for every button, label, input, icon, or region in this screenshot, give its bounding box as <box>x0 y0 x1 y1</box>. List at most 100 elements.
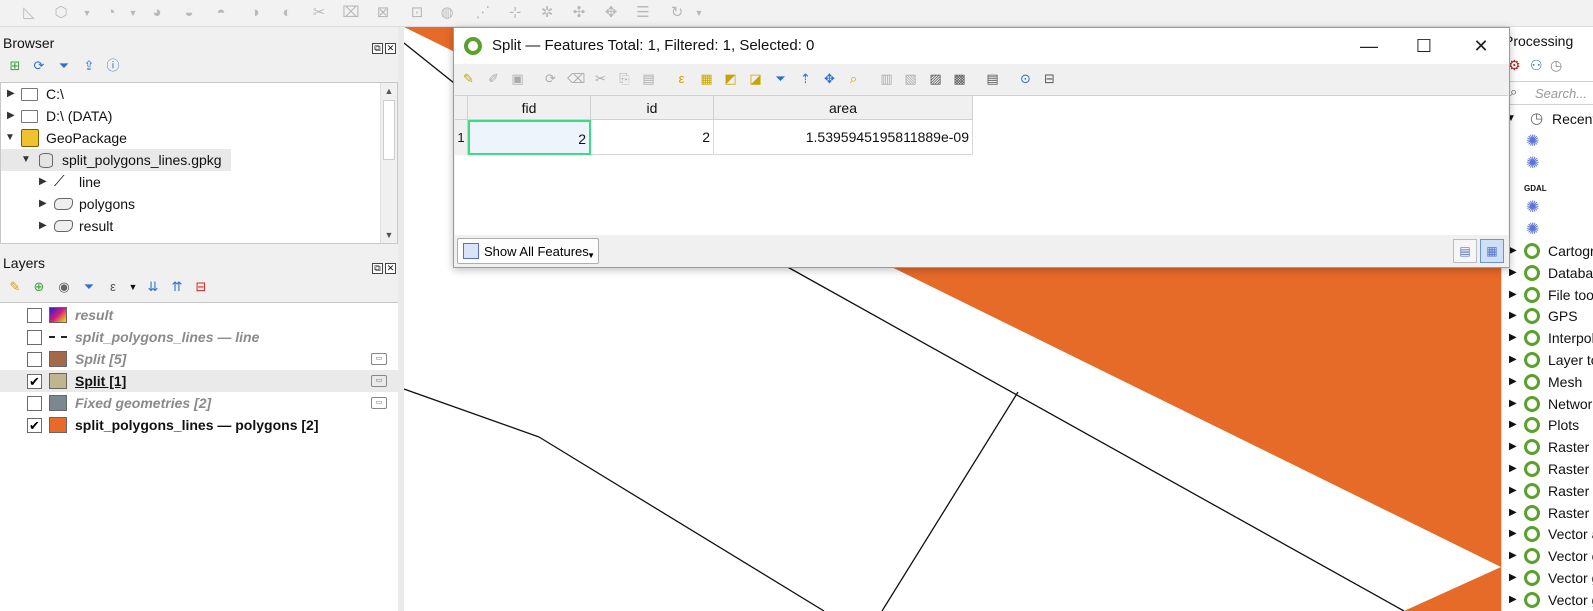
conditional-formatting-icon[interactable]: ▤ <box>984 70 1001 87</box>
close-panel-icon[interactable]: ✕ <box>385 43 396 54</box>
layer-visibility-checkbox[interactable]: ✔ <box>27 374 42 389</box>
filter-select-icon[interactable]: ⏷ <box>772 70 789 87</box>
history-icon[interactable]: ◷ <box>1550 57 1562 74</box>
layer-visibility-checkbox[interactable] <box>27 308 42 323</box>
browser-scrollbar[interactable]: ▲ ▼ <box>380 83 397 243</box>
tree-item-gpkg-file[interactable]: ▼ split_polygons_lines.gpkg <box>1 149 231 171</box>
add-polygon-icon[interactable]: ⬡ <box>52 4 70 22</box>
expand-arrow-icon[interactable]: ▶ <box>39 193 47 215</box>
layer-visibility-checkbox[interactable] <box>27 330 42 345</box>
provider-group[interactable]: ▶ Plots <box>1502 414 1593 436</box>
provider-group[interactable]: ▶ Network analysis <box>1502 393 1593 415</box>
merge-attributes-icon[interactable]: ⊡ <box>408 4 426 22</box>
layer-visibility-checkbox[interactable] <box>27 396 42 411</box>
dock-icon[interactable]: ⊙ <box>1017 70 1034 87</box>
processing-search-input[interactable]: ⌕ Search... <box>1506 81 1593 105</box>
snap-icon[interactable]: ⊹ <box>506 4 524 22</box>
float-panel-icon[interactable]: ⧉ <box>372 263 383 274</box>
expand-arrow-icon[interactable]: ▶ <box>1509 502 1517 524</box>
recent-algorithm[interactable]: ✺ <box>1502 218 1593 240</box>
layer-visibility-checkbox[interactable]: ✔ <box>27 418 42 433</box>
expand-arrow-icon[interactable]: ▶ <box>1509 480 1517 502</box>
provider-group[interactable]: ▶ Mesh <box>1502 371 1593 393</box>
provider-group[interactable]: ▶ Raster tools <box>1502 502 1593 524</box>
temporary-layer-icon[interactable]: ▭ <box>371 397 387 409</box>
delete-field-icon[interactable]: ▧ <box>902 70 919 87</box>
move-selection-top-icon[interactable]: ⇡ <box>797 70 814 87</box>
expand-arrow-icon[interactable]: ▶ <box>1509 371 1517 393</box>
select-by-expression-icon[interactable]: ε <box>673 70 690 87</box>
collapse-all-icon[interactable]: ⇈ <box>168 278 186 296</box>
move-label-icon[interactable]: ✣ <box>570 4 588 22</box>
organize-columns-icon[interactable]: ▨ <box>927 70 944 87</box>
expand-arrow-icon[interactable]: ▶ <box>1509 284 1517 306</box>
expression-filter-icon[interactable]: ε <box>104 278 122 296</box>
provider-group[interactable]: ▶ Raster analysis <box>1502 436 1593 458</box>
field-calculator-icon[interactable]: ▩ <box>951 70 968 87</box>
digitize-icon[interactable]: ◺ <box>20 4 38 22</box>
expand-arrow-icon[interactable]: ▶ <box>1509 436 1517 458</box>
scroll-down-icon[interactable]: ▼ <box>381 227 397 243</box>
column-header-area[interactable]: area <box>714 96 973 120</box>
layer-row-split-1[interactable]: ✔ Split [1] ▭ <box>0 370 398 392</box>
layer-row-line[interactable]: split_polygons_lines — line <box>0 326 398 348</box>
expand-arrow-icon[interactable]: ▶ <box>1509 567 1517 589</box>
toggle-editing-icon[interactable]: ✎ <box>460 70 477 87</box>
new-field-icon[interactable]: ▥ <box>878 70 895 87</box>
pan-to-selected-icon[interactable]: ✥ <box>821 70 838 87</box>
provider-group[interactable]: ▶ Raster creation <box>1502 458 1593 480</box>
expand-arrow-icon[interactable]: ▶ <box>39 171 47 193</box>
simplify-icon[interactable]: ✲ <box>538 4 556 22</box>
provider-group[interactable]: ▶ Cartography <box>1502 240 1593 262</box>
expand-arrow-icon[interactable]: ▶ <box>1509 393 1517 415</box>
split-features-icon[interactable]: ✂ <box>310 4 328 22</box>
minimize-button[interactable]: — <box>1354 32 1384 60</box>
info-icon[interactable]: ⓘ <box>104 57 122 75</box>
table-view-button[interactable]: ▦ <box>1480 239 1504 263</box>
filter-icon[interactable]: ⏷ <box>55 57 73 75</box>
layer-row-fixed-geometries[interactable]: Fixed geometries [2] ▭ <box>0 392 398 414</box>
recent-algorithm[interactable]: ✺ <box>1502 152 1593 174</box>
layer-row-split-5[interactable]: Split [5] ▭ <box>0 348 398 370</box>
recent-algorithm[interactable]: ✺ <box>1502 130 1593 152</box>
delete-feature-icon[interactable]: ⌫ <box>567 70 585 87</box>
add-ring-icon[interactable]: ◔ <box>102 4 120 22</box>
close-panel-icon[interactable]: ✕ <box>385 263 396 274</box>
expand-arrow-icon[interactable]: ▶ <box>1509 327 1517 349</box>
layer-row-result[interactable]: result <box>0 304 398 326</box>
collapse-arrow-icon[interactable]: ▼ <box>21 149 31 171</box>
merge-features-icon[interactable]: ⊠ <box>374 4 392 22</box>
offset-curve-icon[interactable]: ◐ <box>278 4 296 22</box>
row-header[interactable]: 1 <box>455 120 468 155</box>
vertex-tool-icon[interactable]: ⋰ <box>474 4 492 22</box>
temporary-layer-icon[interactable]: ▭ <box>371 353 387 365</box>
rotate-symbol-icon[interactable]: ◍ <box>438 4 456 22</box>
expand-arrow-icon[interactable]: ▶ <box>1509 305 1517 327</box>
python-icon[interactable]: ⚇ <box>1530 57 1543 74</box>
expand-arrow-icon[interactable]: ▶ <box>1509 240 1517 262</box>
provider-group[interactable]: ▶ Vector general <box>1502 567 1593 589</box>
chevron-down-icon[interactable]: ▼ <box>78 4 96 22</box>
provider-group[interactable]: ▶ File tools <box>1502 284 1593 306</box>
chevron-down-icon[interactable]: ▼ <box>124 278 142 296</box>
fill-ring-icon[interactable]: ◕ <box>148 4 166 22</box>
expand-arrow-icon[interactable]: ▶ <box>1509 349 1517 371</box>
delete-part-icon[interactable]: ◓ <box>212 4 230 22</box>
scroll-up-icon[interactable]: ▲ <box>381 83 397 99</box>
layer-row-polygons[interactable]: ✔ split_polygons_lines — polygons [2] <box>0 414 398 436</box>
provider-group[interactable]: ▶ Raster terrain analysis <box>1502 480 1593 502</box>
provider-group[interactable]: ▶ Layer tools <box>1502 349 1593 371</box>
reshape-icon[interactable]: ◑ <box>246 4 264 22</box>
chevron-down-icon[interactable]: ▼ <box>124 4 142 22</box>
layer-visibility-checkbox[interactable] <box>27 352 42 367</box>
temporary-layer-icon[interactable]: ▭ <box>371 375 387 387</box>
provider-group[interactable]: ▶ Database <box>1502 262 1593 284</box>
scroll-thumb[interactable] <box>383 100 395 160</box>
corner-header[interactable] <box>455 96 468 120</box>
float-panel-icon[interactable]: ⧉ <box>372 43 383 54</box>
visibility-eye-icon[interactable]: ◉ <box>55 278 73 296</box>
expand-arrow-icon[interactable]: ▶ <box>1509 414 1517 436</box>
refresh-icon[interactable]: ⟳ <box>30 57 48 75</box>
zoom-to-selected-icon[interactable]: ⌕ <box>845 70 862 87</box>
provider-group[interactable]: ▶ Vector creation <box>1502 545 1593 567</box>
